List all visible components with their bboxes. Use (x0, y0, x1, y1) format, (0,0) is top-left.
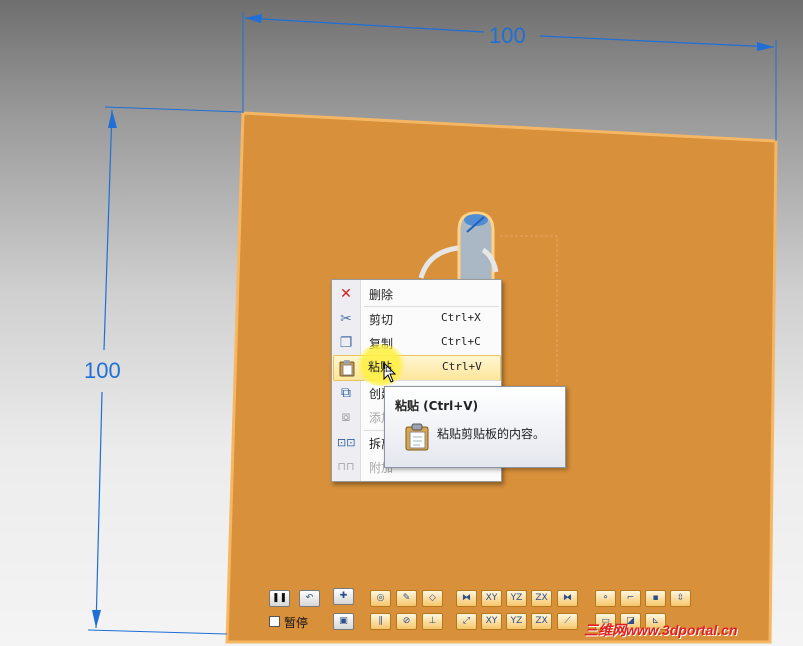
paste-icon (338, 359, 356, 377)
menu-item-delete[interactable]: ✕ 删除 (333, 282, 499, 306)
paste-label-overlay: 粘贴 (368, 360, 393, 374)
rotate-xy-button[interactable]: XY (481, 613, 502, 630)
pause-checkbox-label: 暂停 (284, 616, 309, 630)
grid-button[interactable]: ⚬ (595, 590, 616, 607)
undo-view-button[interactable]: ↶ (299, 590, 320, 607)
plane-button[interactable]: ◇ (422, 590, 443, 607)
mirror-all-button[interactable]: ⧓ (557, 590, 578, 607)
mirror-xy-button[interactable]: XY (481, 590, 502, 607)
tooltip-title: 粘贴 (Ctrl+V) (395, 399, 479, 413)
rotate-yz-button[interactable]: YZ (506, 613, 527, 630)
clipboard-icon (405, 423, 429, 451)
mirror-yz-button[interactable]: YZ (506, 590, 527, 607)
tooltip-description: 粘贴剪贴板的内容。 (437, 427, 546, 441)
create-icon: ⧉ (341, 385, 351, 401)
line-button[interactable]: ∥ (370, 613, 391, 630)
align-button[interactable]: ⇳ (670, 590, 691, 607)
mirror-button[interactable]: ⧓ (456, 590, 477, 607)
split-icon: ⊡⊡ (337, 436, 356, 449)
menu-item-cut[interactable]: ✂ 剪切 Ctrl+X (333, 307, 499, 331)
delete-icon: ✕ (340, 286, 352, 302)
sketch-button[interactable]: ✎ (396, 590, 417, 607)
paste-tooltip: 粘贴 (Ctrl+V) 粘贴剪贴板的内容。 (384, 386, 566, 468)
axis-button[interactable]: ⊥ (422, 613, 443, 630)
watermark: 三维网www.3dportal.cn (584, 622, 738, 638)
attach-icon: ⊓⊓ (337, 460, 355, 473)
constraint-button[interactable]: ⊘ (396, 613, 417, 630)
rotate-zx-button[interactable]: ZX (531, 613, 552, 630)
save-view-button[interactable]: ▣ (333, 613, 354, 630)
rotate-button[interactable]: ⤢ (456, 613, 477, 630)
lock-button[interactable]: ▪ (645, 590, 666, 607)
diagonal-button[interactable]: ⟋ (557, 613, 578, 630)
mirror-zx-button[interactable]: ZX (531, 590, 552, 607)
dimension-vertical[interactable]: 100 (84, 106, 244, 635)
pause-checkbox[interactable] (269, 616, 280, 627)
cut-icon: ✂ (340, 311, 352, 327)
corner-button[interactable]: ⌐ (620, 590, 641, 607)
menu-item-copy[interactable]: ❐ 复制 Ctrl+C (333, 331, 499, 355)
circle-button[interactable]: ◎ (370, 590, 391, 607)
pause-button[interactable]: ❚❚ (269, 590, 290, 607)
dimension-horizontal-value[interactable]: 100 (489, 23, 526, 48)
add-view-button[interactable]: ✚ (333, 588, 354, 605)
dimension-vertical-value[interactable]: 100 (84, 358, 121, 383)
add-icon: ⧇ (341, 409, 351, 425)
copy-icon: ❐ (339, 335, 353, 351)
